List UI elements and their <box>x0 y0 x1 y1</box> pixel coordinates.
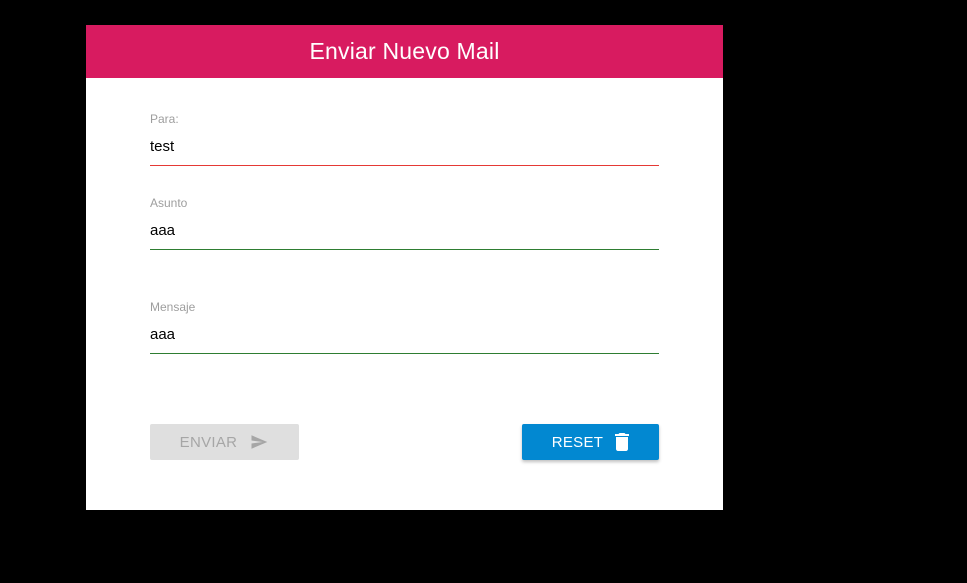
para-input[interactable] <box>150 138 659 166</box>
reset-button[interactable]: RESET <box>522 424 659 460</box>
asunto-field: Asunto <box>150 196 659 250</box>
mensaje-label: Mensaje <box>150 300 196 314</box>
send-button[interactable]: ENVIAR <box>150 424 299 460</box>
asunto-input[interactable] <box>150 222 659 250</box>
send-icon <box>249 433 269 451</box>
send-button-label: ENVIAR <box>179 433 238 451</box>
mensaje-input[interactable] <box>150 326 659 354</box>
send-mail-card: Enviar Nuevo Mail Para: Asunto Mensaje E… <box>86 25 723 510</box>
reset-button-label: RESET <box>551 433 604 451</box>
card-header: Enviar Nuevo Mail <box>86 25 723 78</box>
mensaje-field: Mensaje <box>150 300 659 354</box>
para-field: Para: <box>150 112 659 166</box>
card-title: Enviar Nuevo Mail <box>309 38 500 64</box>
asunto-label: Asunto <box>150 196 188 210</box>
para-label: Para: <box>150 112 179 126</box>
trash-icon <box>615 433 630 451</box>
